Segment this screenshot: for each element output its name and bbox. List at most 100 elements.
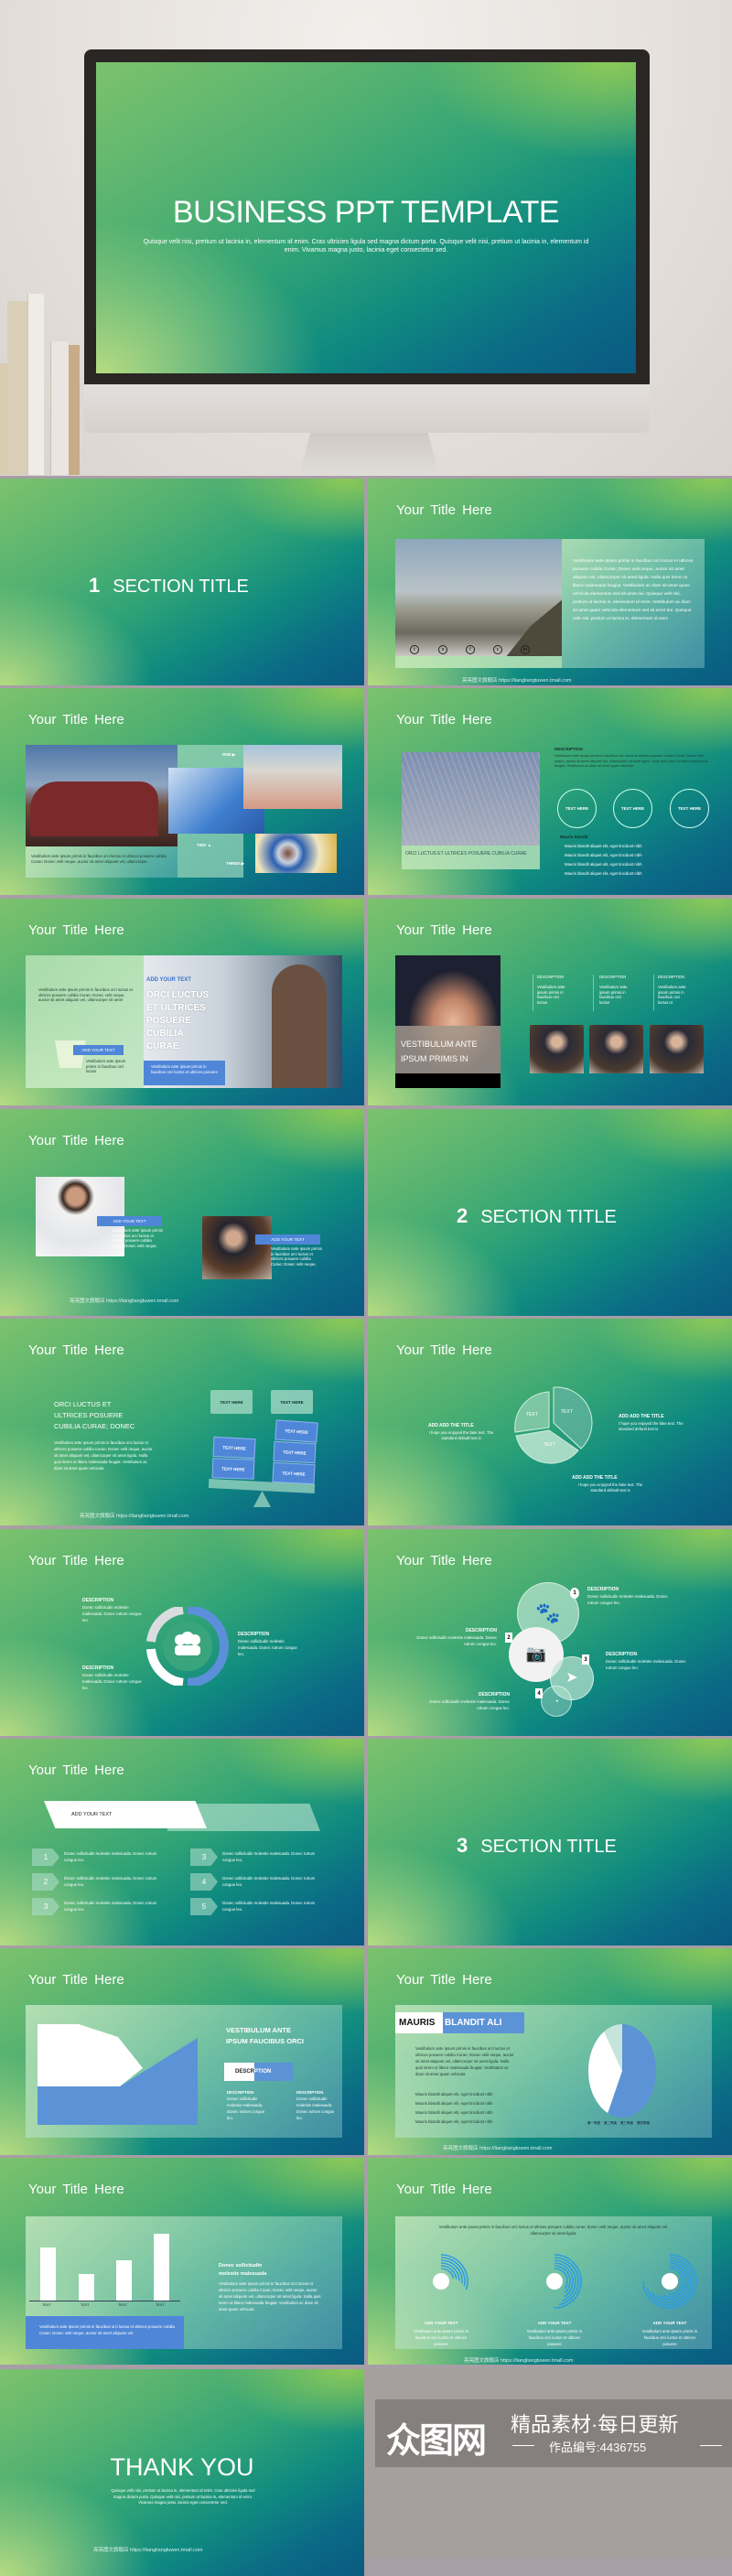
caption-panel: ORCI LUCTUS ET ULTRICES POSUERE CUBILIA … xyxy=(402,846,540,869)
skype-icon[interactable]: s xyxy=(438,645,447,654)
slide-gauges[interactable]: Your Title Here Vestibulum ante ipsum pr… xyxy=(368,2158,732,2365)
text-box[interactable]: TEXT HERE xyxy=(274,1419,318,1443)
number-arrow: 4 xyxy=(190,1873,218,1891)
slide-title: Your Title Here xyxy=(396,922,492,938)
label-two[interactable]: TWO ▲ xyxy=(190,838,218,851)
description-button[interactable]: DESCR PTION xyxy=(224,2063,293,2081)
slide-section-2[interactable]: 2 SECTION TITLE xyxy=(368,1109,732,1316)
body-text: Vestibulum ante ipsum primis in faucibus… xyxy=(54,1440,153,1471)
hero-subtitle: Quisque velit nisi, pretium ut lacinia i… xyxy=(143,239,589,253)
legend-item: 第一季度 xyxy=(587,2121,600,2125)
slide-headline-photo[interactable]: Your Title Here Vestibulum ante ipsum pr… xyxy=(0,899,364,1105)
description-heading: DESCRIPTION xyxy=(227,2090,254,2095)
slide-thank-you[interactable]: THANK YOU Quisque velit nisi, pretium ut… xyxy=(0,2369,364,2576)
small-text: Vestibulum ante ipsum primis in faucibus… xyxy=(86,1059,126,1074)
description-text: Donec sollicitudin molestie malesuada. D… xyxy=(416,1635,497,1646)
gauge-text: Vestibulum ante ipsum primis in faucibus… xyxy=(413,2329,469,2346)
linkedin-icon[interactable]: in xyxy=(521,645,530,654)
slide-description-circles[interactable]: Your Title Here ORCI LUCTUS ET ULTRICES … xyxy=(368,688,732,895)
twitter-icon[interactable]: t xyxy=(410,645,419,654)
slide-area-chart[interactable]: Your Title Here VESTIBULUM ANTE IPSUM FA… xyxy=(0,1948,364,2155)
rss-icon: ◔ xyxy=(554,1697,559,1706)
banner: ADD YOUR TEXT xyxy=(44,1801,207,1828)
text-box[interactable]: TEXT HERE xyxy=(212,1436,256,1460)
heading-text: VESTIBULUM ANTE IPSUM FAUCIBUS ORCI xyxy=(226,2026,305,2045)
add-text-button[interactable]: ADD YOUR TEXT xyxy=(73,1045,124,1055)
gauge-text: Vestibulum ante ipsum primis in faucibus… xyxy=(641,2329,698,2346)
box-text: Vestibulum ante ipsum primis in faucibus… xyxy=(151,1064,218,1074)
monitor-stand xyxy=(299,433,439,476)
slide-collage[interactable]: Your Title Here Vestibulum ante ipsum pr… xyxy=(0,688,364,895)
bar xyxy=(79,2273,94,2301)
description-text: Donec sollicitudin molestie malesuada. D… xyxy=(82,1673,142,1690)
number-badge: 1 xyxy=(570,1588,579,1599)
portrait-photo xyxy=(589,1025,643,1073)
card-text: Vestibulum ante ipsum primis in faucibus… xyxy=(271,1246,322,1266)
item-text: Donec sollicitudin molestie malesuada. D… xyxy=(64,1851,157,1862)
text-box[interactable]: TEXT HERE xyxy=(271,1390,313,1414)
bullet-item: Mauris blandit aliquet elit, eget tincid… xyxy=(415,2110,493,2115)
brand-logo: 众图网 xyxy=(386,2422,487,2461)
portrait-photo xyxy=(650,1025,704,1073)
caption-panel: Vestibulum ante ipsum primis in faucibus… xyxy=(26,846,178,878)
add-text-label[interactable]: ADD YOUR TEXT xyxy=(255,1234,320,1245)
bar-label: TEXT xyxy=(42,2303,51,2307)
copyright-icon[interactable]: c xyxy=(493,645,502,654)
slide-pie[interactable]: Your Title Here TEXT TEXT TEXT ADD ADD T… xyxy=(368,1319,732,1525)
slide-bubbles[interactable]: Your Title Here 🐾 📷 ➤ ◔ 1 2 3 4 DESCRIPT… xyxy=(368,1529,732,1736)
description-heading: DESCRIPTION xyxy=(554,747,583,751)
description-text: Vestibulum ante ipsum primis in faucibus… xyxy=(658,985,686,1005)
slide-photo-text[interactable]: Your Title Here t s f c in Vestibulum an… xyxy=(368,479,732,685)
area-chart xyxy=(38,2024,198,2125)
footer-watermark: 亮亮图文旗舰店 https://liangliangtuwen.tmall.co… xyxy=(93,2548,203,2553)
slide-team[interactable]: Your Title Here VESTIBULUM ANTE IPSUM PR… xyxy=(368,899,732,1105)
legend-item: 第三季度 xyxy=(620,2121,633,2125)
callout-text: I hope you enjoyed the fake text. The st… xyxy=(577,1482,643,1493)
heading-text: Donec sollicitudin molestie malesuada xyxy=(219,2263,267,2277)
item-text: Donec sollicitudin molestie malesuada. D… xyxy=(64,1901,157,1912)
circle-2[interactable]: TEXT HERE xyxy=(613,789,652,828)
slide-people[interactable]: Your Title Here ADD YOUR TEXT Vestibulum… xyxy=(0,1109,364,1316)
circle-1[interactable]: TEXT HERE xyxy=(557,789,597,828)
portrait-photo xyxy=(530,1025,584,1073)
slide-numbered-list[interactable]: Your Title Here ADD YOUR TEXT 1 Donec so… xyxy=(0,1739,364,1945)
list-item: 5 Donec sollicitudin molestie malesuada.… xyxy=(190,1898,346,1916)
description-heading: DESCRIPTION xyxy=(465,1628,497,1633)
circle-3[interactable]: TEXT HERE xyxy=(670,789,709,828)
gauge xyxy=(433,2254,468,2290)
slide-pie-text[interactable]: Your Title Here MAURIS BLANDIT ALI Vesti… xyxy=(368,1948,732,2155)
description-heading: DESCRIPTION xyxy=(658,975,685,979)
headline-text: ORCI LUCTUS ET ULTRICES POSUERE CUBILIA … xyxy=(146,990,210,1051)
brand-banner: 众图网 精品素材·每日更新 作品编号:4436755 xyxy=(375,2399,732,2467)
brand-area: 众图网 精品素材·每日更新 作品编号:4436755 xyxy=(364,2369,732,2559)
slide-title: Your Title Here xyxy=(396,712,492,728)
coast-photo xyxy=(395,539,562,656)
slide-balance[interactable]: Your Title Here ORCI LUCTUS ET ULTRICES … xyxy=(0,1319,364,1525)
item-text: Donec sollicitudin molestie malesuada. D… xyxy=(222,1901,316,1912)
facebook-icon[interactable]: f xyxy=(466,645,475,654)
number-arrow: 3 xyxy=(32,1898,59,1915)
slide-section-3[interactable]: 3 SECTION TITLE xyxy=(368,1739,732,1945)
slide-title: Your Title Here xyxy=(396,1972,492,1988)
text-box[interactable]: TEXT HERE xyxy=(273,1440,317,1464)
description-text: Donec sollicitudin molestie malesuada. D… xyxy=(238,1639,297,1656)
footer-watermark: 亮亮图文旗舰店 https://liangliangtuwen.tmall.co… xyxy=(443,2146,553,2151)
description-heading: DESCRIPTION xyxy=(82,1665,114,1671)
text-box[interactable]: TEXT HERE xyxy=(211,1458,255,1480)
slide-title: Your Title Here xyxy=(28,1133,124,1148)
bullet-item: Mauris blandit aliquet elit, eget tincid… xyxy=(565,871,642,876)
bullet-item: Mauris blandit aliquet elit, eget tincid… xyxy=(415,2092,493,2096)
slide-cycle[interactable]: Your Title Here DESCRIPTION Donec sollic… xyxy=(0,1529,364,1736)
caption-text: Vestibulum ante ipsum primis in faucibus… xyxy=(31,854,167,864)
label-three[interactable]: THREE ▶ xyxy=(220,857,251,870)
text-box[interactable]: TEXT HERE xyxy=(210,1390,253,1414)
hero-title: BUSINESS PPT TEMPLATE xyxy=(172,195,560,230)
add-text-label[interactable]: ADD YOUR TEXT xyxy=(97,1216,162,1226)
section-number: 1 xyxy=(89,574,101,597)
slide-bar-chart[interactable]: Your Title Here TEXT TEXT TEXT TEXT Vest… xyxy=(0,2158,364,2365)
body-text: Vestibulum ante ipsum primis in faucibus… xyxy=(415,2046,514,2076)
label-one[interactable]: ONE ▶ xyxy=(215,749,242,761)
number-badge: 4 xyxy=(535,1688,543,1698)
slide-section-1[interactable]: 1 SECTION TITLE xyxy=(0,479,364,685)
text-box[interactable]: TEXT HERE xyxy=(272,1461,316,1485)
